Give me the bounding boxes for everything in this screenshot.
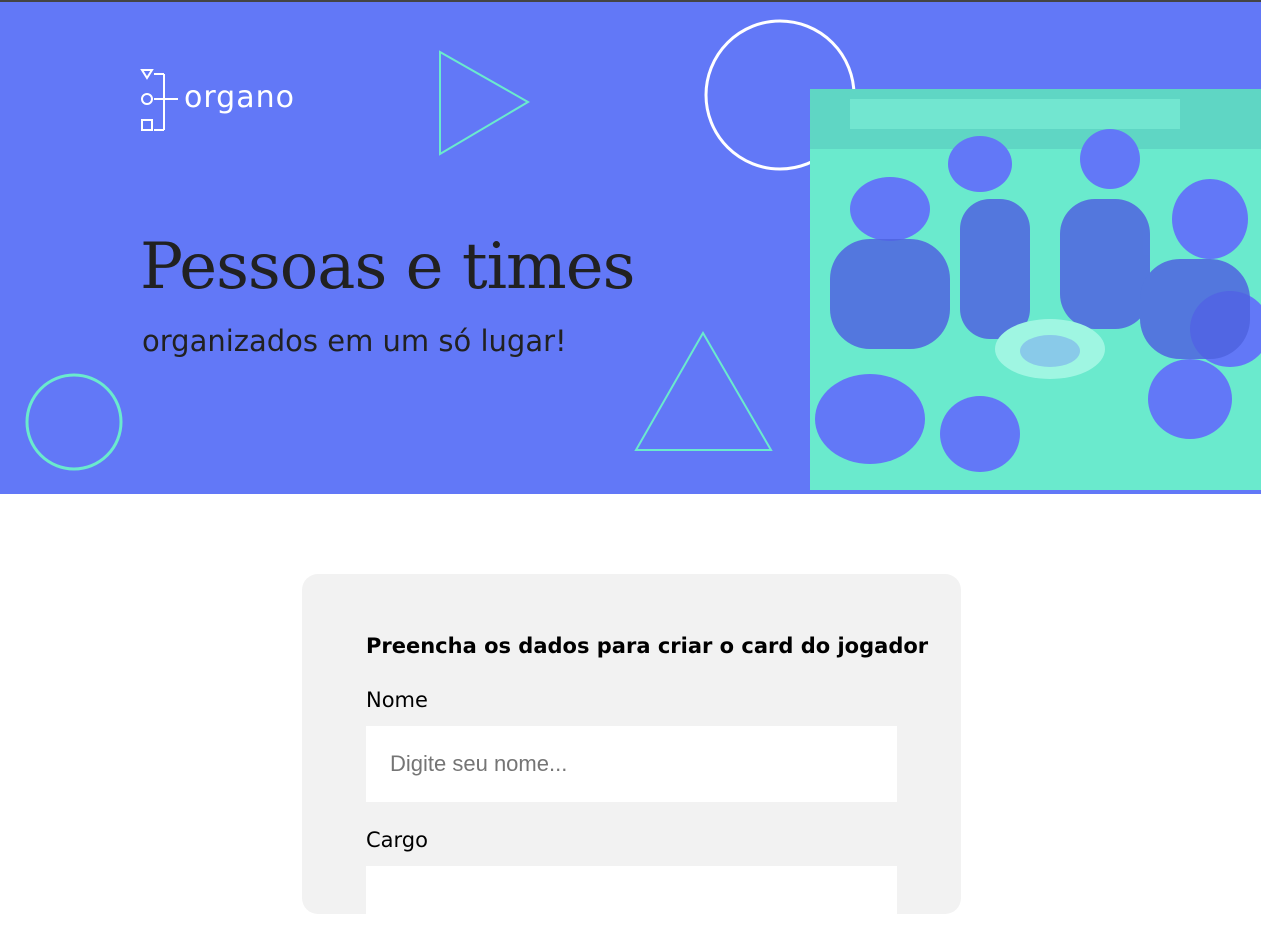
circle-left-decoration xyxy=(25,373,123,471)
team-photo xyxy=(810,89,1261,490)
triangle-up-decoration xyxy=(634,330,773,451)
name-label: Nome xyxy=(366,688,428,712)
organo-logo-icon xyxy=(140,69,178,131)
brand-name: organo xyxy=(184,80,295,115)
hero-banner: organo Pessoas e times organizados em um… xyxy=(0,2,1261,494)
role-input[interactable] xyxy=(366,866,897,942)
role-label: Cargo xyxy=(366,828,428,852)
name-input[interactable] xyxy=(366,726,897,802)
team-photo-illustration xyxy=(810,89,1261,490)
hero-headline: Pessoas e times xyxy=(140,230,635,304)
player-form: Preencha os dados para criar o card do j… xyxy=(302,574,961,942)
hero-subheadline: organizados em um só lugar! xyxy=(142,324,567,358)
form-title: Preencha os dados para criar o card do j… xyxy=(366,634,929,658)
brand-logo[interactable]: organo xyxy=(140,68,330,136)
triangle-right-decoration xyxy=(439,50,530,156)
